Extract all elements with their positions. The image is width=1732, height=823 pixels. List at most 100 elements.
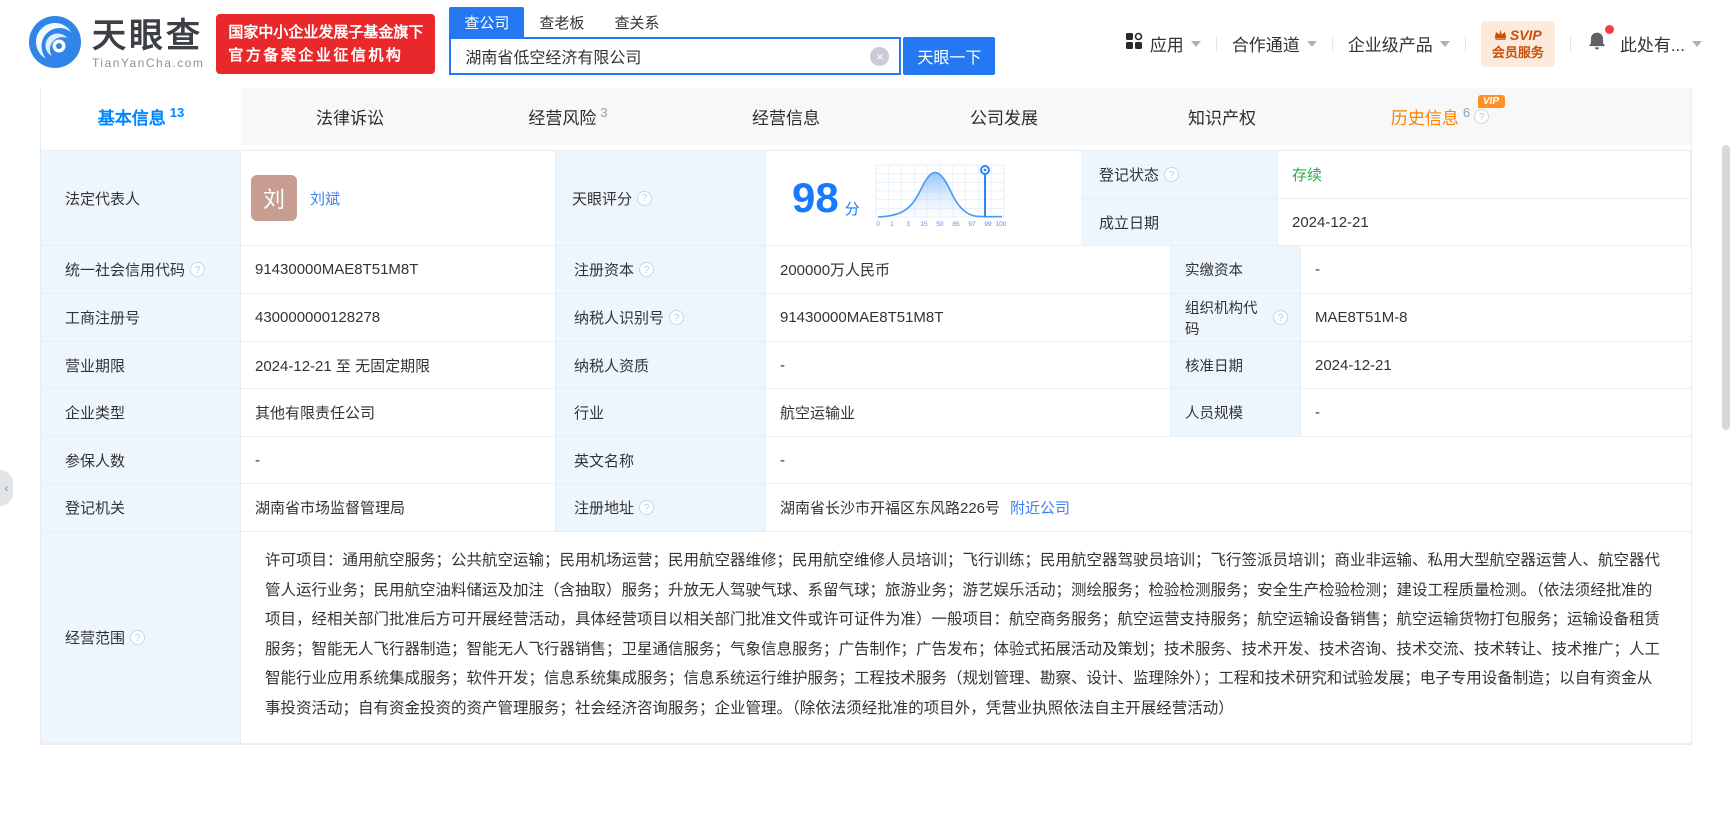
member-service-label: 会员服务 xyxy=(1491,44,1544,60)
field-label-paid-capital: 实缴资本 xyxy=(1171,246,1301,294)
field-label-legal-rep: 法定代表人 xyxy=(41,151,241,246)
legal-rep-name-link[interactable]: 刘斌 xyxy=(310,188,340,209)
top-nav: 应用 合作通道 企业级产品 SVIP 会员服务 此处有... xyxy=(1125,21,1702,67)
score-unit: 分 xyxy=(844,201,860,218)
field-label-reg-status: 登记状态 ? xyxy=(1081,151,1278,199)
certification-badge: 国家中小企业发展子基金旗下 官方备案企业征信机构 xyxy=(216,13,436,75)
reg-address-label: 注册地址 xyxy=(574,500,635,517)
establish-date-label: 成立日期 xyxy=(1099,214,1160,232)
nav-partner-channel[interactable]: 合作通道 xyxy=(1232,31,1317,56)
tab-legal-proceedings-label: 法律诉讼 xyxy=(316,109,384,128)
tab-history-info-label: 历史信息 xyxy=(1390,109,1459,128)
account-menu[interactable]: 此处有... xyxy=(1620,31,1702,56)
notification-bell[interactable] xyxy=(1586,25,1614,57)
help-icon[interactable]: ? xyxy=(639,500,655,515)
help-icon[interactable]: ? xyxy=(190,262,206,277)
nav-apps[interactable]: 应用 xyxy=(1125,31,1201,56)
help-icon[interactable]: ? xyxy=(130,630,146,645)
reg-authority-label: 登记机关 xyxy=(65,500,126,517)
svg-text:1: 1 xyxy=(890,221,894,228)
tab-company-development[interactable]: 公司发展 xyxy=(895,88,1113,145)
tyc-score-label: 天眼评分 xyxy=(572,190,633,208)
field-label-industry: 行业 xyxy=(556,389,766,437)
field-value-tyc-score[interactable]: 98 分 0 1 3 15 50 85 97 99 100 xyxy=(766,151,1081,246)
clear-icon[interactable]: × xyxy=(870,46,890,66)
legal-rep-avatar[interactable]: 刘 xyxy=(251,175,297,221)
tianyancha-logo[interactable]: 天眼查 TianYanCha.com xyxy=(28,15,204,74)
field-label-insured-count: 参保人数 xyxy=(41,437,241,484)
chevron-down-icon xyxy=(1190,40,1201,47)
nearby-companies-link[interactable]: 附近公司 xyxy=(1010,497,1070,518)
field-label-approval-date: 核准日期 xyxy=(1171,342,1301,389)
search-tab-boss[interactable]: 查老板 xyxy=(524,7,599,37)
tab-company-development-label: 公司发展 xyxy=(970,109,1038,128)
search-tab-relation[interactable]: 查关系 xyxy=(599,7,674,37)
field-label-org-code: 组织机构代码 ? xyxy=(1171,294,1301,342)
search-tabs: 查公司 查老板 查关系 xyxy=(449,7,995,37)
basic-info-table: 法定代表人 刘 刘斌 登记状态 ? 存续 成立日期 2024-12-21 天眼评… xyxy=(41,150,1691,744)
field-label-english-name: 英文名称 xyxy=(556,437,766,484)
svip-label: SVIP xyxy=(1509,27,1542,44)
tab-operating-risk-label: 经营风险 xyxy=(528,109,597,128)
nav-enterprise-products[interactable]: 企业级产品 xyxy=(1348,31,1450,56)
tianyancha-eye-icon xyxy=(28,15,82,74)
help-icon[interactable]: ? xyxy=(1474,109,1490,124)
tab-basic-info-label: 基本信息 xyxy=(97,109,166,128)
help-icon[interactable]: ? xyxy=(637,190,653,206)
search-button[interactable]: 天眼一下 xyxy=(903,37,996,75)
svg-text:0: 0 xyxy=(876,221,880,228)
field-label-taxpayer-quality: 纳税人资质 xyxy=(556,342,766,389)
business-scope-label: 经营范围 xyxy=(65,630,126,647)
svg-text:100: 100 xyxy=(995,221,1005,228)
industry-label: 行业 xyxy=(574,405,605,422)
field-value-credit-code: 91430000MAE8T51M8T xyxy=(241,246,556,294)
field-value-reg-status: 存续 xyxy=(1278,151,1691,199)
field-label-reg-address: 注册地址 ? xyxy=(556,484,766,532)
staff-size-label: 人员规模 xyxy=(1185,406,1243,422)
search-tab-company[interactable]: 查公司 xyxy=(449,7,525,37)
svg-text:99: 99 xyxy=(984,221,992,228)
staff-size-value: - xyxy=(1315,404,1320,421)
help-icon[interactable]: ? xyxy=(639,262,655,277)
certification-line2: 官方备案企业征信机构 xyxy=(228,47,404,64)
taxpayer-quality-label: 纳税人资质 xyxy=(574,357,650,375)
business-term-value: 2024-12-21 至 无固定期限 xyxy=(255,357,431,375)
field-value-reg-authority: 湖南省市场监督管理局 xyxy=(241,484,556,532)
side-panel-toggle[interactable]: ‹ xyxy=(0,470,13,506)
divider xyxy=(1569,35,1571,52)
logo-title: 天眼查 xyxy=(92,17,203,55)
tab-history-info-count: 6 xyxy=(1462,105,1471,120)
field-label-reg-number: 工商注册号 xyxy=(41,294,241,342)
search-input[interactable]: 湖南省低空经济有限公司 × xyxy=(449,37,902,75)
company-type-value: 其他有限责任公司 xyxy=(255,405,376,422)
vip-mini-badge: VIP xyxy=(1477,95,1505,108)
field-value-staff-size: - xyxy=(1301,389,1691,437)
credit-code-value: 91430000MAE8T51M8T xyxy=(255,261,419,278)
svg-text:85: 85 xyxy=(952,221,960,228)
tab-business-info-label: 经营信息 xyxy=(752,109,820,128)
tab-intellectual-property[interactable]: 知识产权 xyxy=(1113,88,1331,145)
credit-code-label: 统一社会信用代码 xyxy=(65,262,186,279)
field-value-reg-address: 湖南省长沙市开福区东风路226号 附近公司 xyxy=(766,484,1691,532)
tab-business-info[interactable]: 经营信息 xyxy=(677,88,895,145)
help-icon[interactable]: ? xyxy=(1273,310,1288,325)
reg-capital-label: 注册资本 xyxy=(574,262,635,279)
field-value-taxpayer-id: 91430000MAE8T51M8T xyxy=(766,294,1171,342)
help-icon[interactable]: ? xyxy=(1164,167,1180,182)
account-label: 此处有... xyxy=(1619,36,1685,56)
vertical-scrollbar[interactable] xyxy=(1722,145,1730,430)
field-value-reg-number: 430000000128278 xyxy=(241,294,556,342)
help-icon[interactable]: ? xyxy=(669,310,685,325)
tab-legal-proceedings[interactable]: 法律诉讼 xyxy=(241,88,459,145)
field-value-establish-date: 2024-12-21 xyxy=(1278,199,1691,246)
score-number: 98 xyxy=(792,174,839,221)
tab-operating-risk[interactable]: 经营风险 3 xyxy=(459,88,677,145)
tab-basic-info-count: 13 xyxy=(169,105,185,120)
business-scope-text: 许可项目：通用航空服务；公共航空运输；民用机场运营；民用航空器维修；民用航空维修… xyxy=(265,552,1661,717)
field-value-approval-date: 2024-12-21 xyxy=(1301,342,1691,389)
tab-basic-info[interactable]: 基本信息 13 xyxy=(41,88,241,145)
paid-capital-value: - xyxy=(1315,261,1320,278)
tab-history-info[interactable]: VIP 历史信息 6 ? xyxy=(1331,88,1549,145)
field-value-english-name: - xyxy=(766,437,1691,484)
svip-member-badge[interactable]: SVIP 会员服务 xyxy=(1480,21,1555,67)
